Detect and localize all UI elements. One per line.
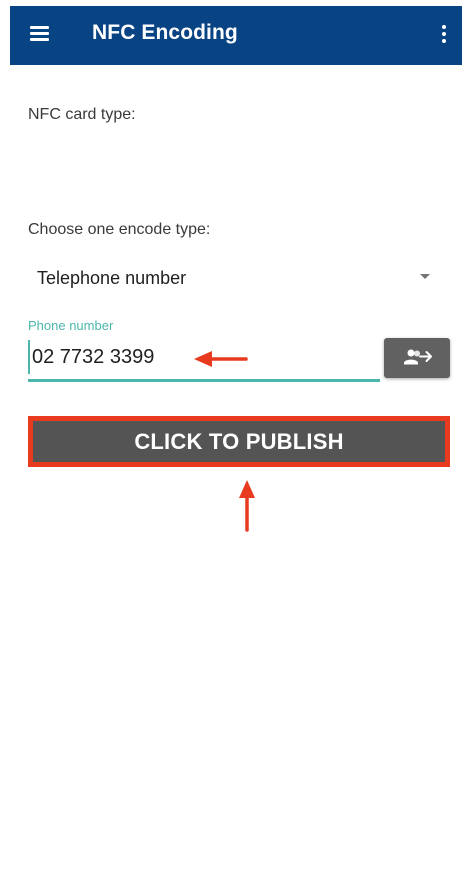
pick-contact-button[interactable] bbox=[384, 338, 450, 378]
phone-number-label: Phone number bbox=[28, 318, 114, 333]
encode-type-selected-value: Telephone number bbox=[37, 268, 187, 288]
card-type-label: NFC card type: bbox=[28, 106, 136, 123]
left-arrow-icon bbox=[194, 351, 248, 367]
highlight-box: CLICK TO PUBLISH bbox=[28, 416, 450, 467]
contacts-arrow-icon bbox=[404, 349, 432, 365]
menu-icon[interactable] bbox=[30, 26, 49, 41]
publish-button[interactable]: CLICK TO PUBLISH bbox=[33, 421, 445, 462]
up-arrow-icon bbox=[239, 480, 255, 532]
phone-number-underline bbox=[28, 379, 380, 382]
encode-type-label: Choose one encode type: bbox=[28, 221, 211, 238]
app-title: NFC Encoding bbox=[92, 21, 238, 44]
dropdown-caret-icon bbox=[420, 274, 430, 279]
app-bar: NFC Encoding bbox=[10, 6, 462, 65]
app-screen: NFC Encoding NFC card type: Choose one e… bbox=[10, 6, 462, 886]
encode-type-select[interactable]: Telephone number bbox=[28, 261, 448, 297]
more-vertical-icon[interactable] bbox=[442, 25, 446, 43]
